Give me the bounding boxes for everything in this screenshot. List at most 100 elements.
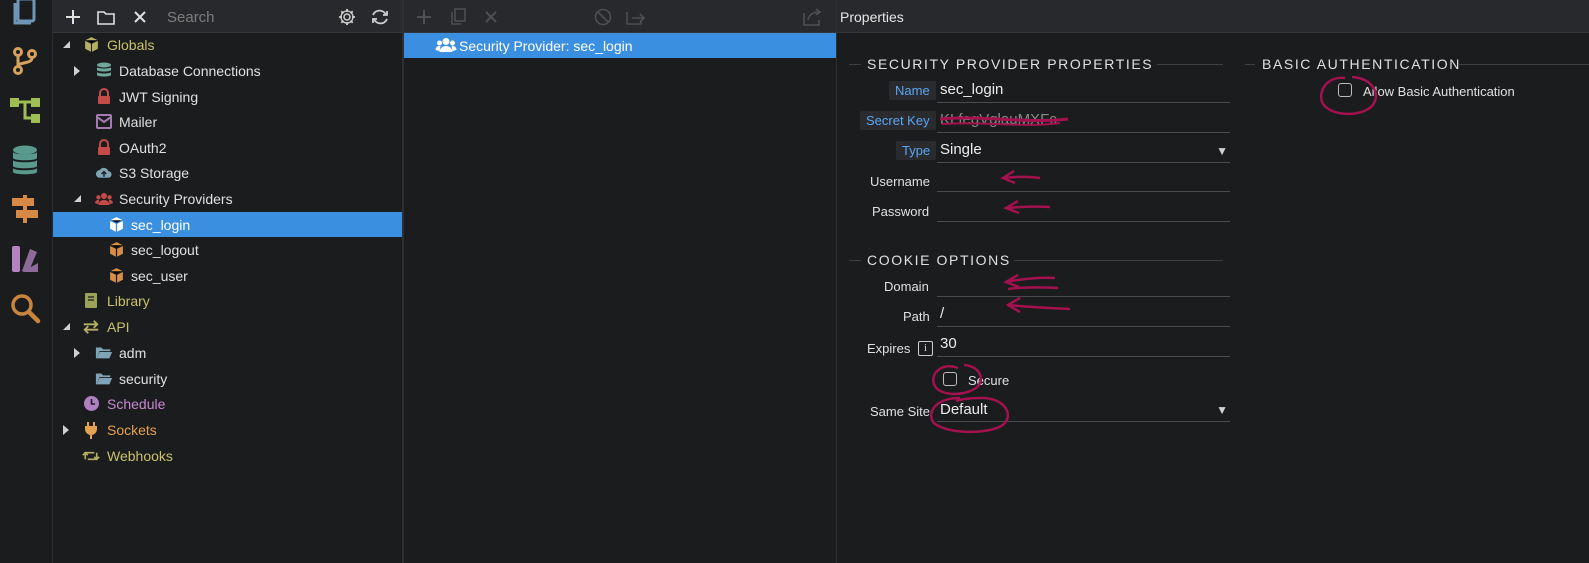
tree-item-s3-storage[interactable]: S3 Storage (53, 160, 402, 185)
share-icon[interactable] (802, 6, 824, 28)
folder-icon[interactable] (95, 6, 117, 28)
path-input[interactable] (937, 302, 1230, 324)
security-provider-label: Security Provider: sec_login (459, 38, 633, 54)
tree-item-sec-logout[interactable]: sec_logout (53, 237, 402, 262)
name-field[interactable] (937, 78, 1230, 103)
tree-item-adm[interactable]: adm (53, 340, 402, 365)
activity-bar (0, 0, 53, 563)
design-icon[interactable] (5, 239, 45, 279)
tree-item-label: API (107, 318, 130, 335)
section-provider-title: SECURITY PROVIDER PROPERTIES (867, 56, 1154, 72)
close-icon[interactable] (480, 6, 502, 28)
tree-item-label: sec_user (131, 267, 188, 284)
caret-down-icon[interactable] (72, 194, 82, 204)
caret-right-icon[interactable] (72, 65, 82, 76)
domain-field[interactable] (937, 272, 1230, 297)
gear-icon[interactable] (336, 6, 358, 28)
database-icon (95, 62, 113, 80)
lock-icon (95, 88, 113, 106)
search-input[interactable] (165, 5, 329, 29)
export-icon[interactable] (625, 6, 647, 28)
tree-item-label: S3 Storage (119, 164, 190, 181)
properties-title: Properties (840, 9, 904, 25)
tree-toolbar (53, 0, 402, 33)
git-branch-icon[interactable] (5, 41, 45, 81)
samesite-select[interactable]: Default ▼ (937, 397, 1230, 422)
tree-item-jwt-signing[interactable]: JWT Signing (53, 84, 402, 109)
tree-item-label: Schedule (107, 395, 166, 412)
properties-header: Properties (837, 0, 1589, 33)
expires-field[interactable] (937, 332, 1230, 357)
secret-key-input[interactable] (937, 108, 1230, 130)
secure-label: Secure (968, 373, 1010, 388)
name-label: Name (889, 81, 936, 100)
username-input[interactable] (937, 167, 1230, 189)
path-field[interactable] (937, 302, 1230, 327)
tree-item-security-providers[interactable]: Security Providers (53, 186, 402, 211)
tree-item-label: OAuth2 (119, 139, 167, 156)
properties-panel: Properties SECURITY PROVIDER PROPERTIES … (837, 0, 1589, 563)
close-icon[interactable] (129, 6, 151, 28)
password-input[interactable] (937, 197, 1230, 219)
signpost-icon[interactable] (5, 189, 45, 229)
secure-checkbox[interactable] (943, 372, 957, 386)
caret-down-icon[interactable] (61, 322, 71, 332)
caret-down-icon[interactable] (61, 40, 71, 50)
lock-icon (95, 139, 113, 157)
section-cookie-title: COOKIE OPTIONS (867, 252, 1011, 268)
copy-icon[interactable] (447, 6, 469, 28)
username-field[interactable] (937, 167, 1230, 192)
database-icon[interactable] (5, 140, 45, 180)
tree-item-globals[interactable]: Globals (53, 32, 402, 57)
add-icon[interactable] (413, 6, 435, 28)
domain-label: Domain (884, 279, 929, 294)
caret-right-icon[interactable] (61, 424, 71, 435)
allow-basic-auth-checkbox[interactable] (1338, 83, 1352, 97)
section-divider (849, 64, 861, 65)
refresh-icon[interactable] (369, 6, 391, 28)
middle-toolbar (404, 0, 836, 33)
cube-icon (107, 267, 125, 285)
allow-basic-auth-label: Allow Basic Authentication (1363, 84, 1515, 99)
username-label: Username (870, 174, 930, 189)
expires-label: Expires (867, 341, 911, 356)
section-divider (849, 260, 861, 261)
tree-item-security[interactable]: security (53, 366, 402, 391)
disable-icon[interactable] (592, 6, 614, 28)
book-icon (82, 292, 100, 310)
tree-item-library[interactable]: Library (53, 288, 402, 313)
expires-input[interactable] (937, 332, 1230, 354)
tree-item-sockets[interactable]: Sockets (53, 417, 402, 442)
name-input[interactable] (937, 78, 1230, 100)
tree-item-label: Database Connections (119, 62, 261, 79)
tree-item-mailer[interactable]: Mailer (53, 109, 402, 134)
caret-right-icon[interactable] (72, 347, 82, 358)
folder-open-icon (95, 344, 113, 362)
tree-item-schedule[interactable]: Schedule (53, 391, 402, 416)
search-icon[interactable] (5, 288, 45, 328)
type-select[interactable]: Single ▼ (937, 138, 1230, 163)
secret-key-field[interactable] (937, 108, 1230, 133)
tree-item-label: Webhooks (107, 447, 173, 464)
tree-item-label: security (119, 370, 168, 387)
security-provider-row[interactable]: Security Provider: sec_login (404, 33, 836, 58)
info-icon[interactable]: i (918, 341, 933, 356)
tree-item-sec-login[interactable]: sec_login (53, 212, 402, 237)
tree-item-api[interactable]: API (53, 314, 402, 339)
tree-item-webhooks[interactable]: Webhooks (53, 443, 402, 468)
password-field[interactable] (937, 197, 1230, 222)
flow-icon[interactable] (5, 90, 45, 130)
tree-item-sec-user[interactable]: sec_user (53, 263, 402, 288)
pages-icon[interactable] (5, 0, 45, 32)
tree-item-label: adm (119, 344, 147, 361)
tree-item-oauth2[interactable]: OAuth2 (53, 135, 402, 160)
cloud-upload-icon (95, 164, 113, 182)
section-divider (1014, 260, 1223, 261)
tree-item-database-connections[interactable]: Database Connections (53, 58, 402, 83)
domain-input[interactable] (937, 272, 1230, 294)
section-basic-title: BASIC AUTHENTICATION (1262, 56, 1461, 72)
add-icon[interactable] (62, 6, 84, 28)
plug-icon (82, 421, 100, 439)
users-icon (95, 190, 113, 208)
cube-icon (82, 36, 100, 54)
